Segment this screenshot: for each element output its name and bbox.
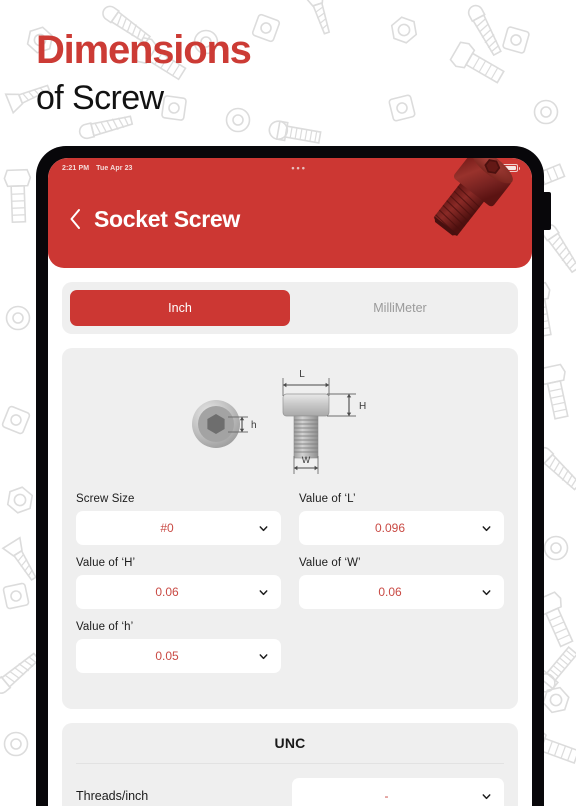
socket-screw-3d-icon <box>433 158 513 236</box>
field-value-of-l: Value of ‘L’ 0.096 <box>299 493 504 545</box>
field-grid-wrapper: Screw Size #0 Value of ‘L’ 0.096 Value o… <box>62 479 518 703</box>
unc-card: UNC Threads/inch - <box>62 723 518 806</box>
field-label: Value of ‘L’ <box>299 493 356 505</box>
threads-per-inch-label: Threads/inch <box>76 789 149 803</box>
socket-screw-dimension-diagram: h L H W <box>192 369 366 474</box>
chevron-down-icon <box>259 525 268 531</box>
value-of-h-upper-value: 0.06 <box>155 585 179 599</box>
tab-inch[interactable]: Inch <box>70 290 290 326</box>
status-bar-time: 2:21 PM <box>62 164 90 172</box>
chevron-down-icon <box>482 589 491 595</box>
value-of-h-lower-select[interactable]: 0.05 <box>76 639 281 673</box>
device-screen: 2:21 PM Tue Apr 23 ••• 100% <box>48 158 532 806</box>
status-bar-date: Tue Apr 23 <box>96 164 133 172</box>
chevron-down-icon <box>259 653 268 659</box>
screw-size-value: #0 <box>160 521 174 535</box>
diagram-side-view: L H W <box>282 369 366 474</box>
threads-per-inch-value: - <box>384 789 389 803</box>
diagram-label-l: L <box>299 369 305 380</box>
threads-per-inch-select[interactable]: - <box>292 778 504 806</box>
value-of-h-upper-select[interactable]: 0.06 <box>76 575 281 609</box>
chevron-down-icon <box>482 525 491 531</box>
diagram-label-h-upper: H <box>359 401 366 412</box>
diagram-top-view: h <box>192 400 257 448</box>
screw-size-select[interactable]: #0 <box>76 511 281 545</box>
value-of-l-select[interactable]: 0.096 <box>299 511 504 545</box>
page-title: Socket Screw <box>94 205 240 232</box>
field-screw-size: Screw Size #0 <box>76 493 281 545</box>
dimensions-card: h L H W Screw Size #0 Value of ‘L’ 0.096… <box>62 348 518 709</box>
value-of-w-select[interactable]: 0.06 <box>299 575 504 609</box>
value-of-l-value: 0.096 <box>374 521 406 535</box>
field-value-of-h-upper: Value of ‘H’ 0.06 <box>76 557 281 609</box>
field-label: Value of ‘H’ <box>76 557 136 569</box>
diagram-wrapper: h L H W <box>62 362 518 480</box>
field-label: Value of ‘W’ <box>299 557 361 569</box>
field-label: Screw Size <box>76 493 135 505</box>
diagram-label-w: W <box>302 455 311 465</box>
unit-segmented-control: Inch MilliMeter <box>62 282 518 334</box>
chevron-left-icon <box>70 209 80 229</box>
tablet-device-frame: 2:21 PM Tue Apr 23 ••• 100% <box>36 146 551 806</box>
field-label: Value of ‘h’ <box>76 621 134 633</box>
field-value-of-h-lower: Value of ‘h’ 0.05 <box>76 621 281 673</box>
back-button[interactable] <box>66 206 84 232</box>
unc-row-threads-per-inch: Threads/inch - <box>62 764 518 806</box>
field-grid: Screw Size #0 Value of ‘L’ 0.096 Value o… <box>76 493 504 685</box>
diagram-label-h-lower: h <box>251 420 257 431</box>
chevron-down-icon <box>482 793 491 799</box>
value-of-w-value: 0.06 <box>378 585 402 599</box>
unit-selector-card: Inch MilliMeter <box>62 282 518 334</box>
status-bar-center-dots: ••• <box>291 162 307 173</box>
field-value-of-w: Value of ‘W’ 0.06 <box>299 557 504 609</box>
device-side-button[interactable] <box>544 192 551 230</box>
app-content: Inch MilliMeter h L H W Screw Size #0 Va… <box>48 282 532 806</box>
unc-section-title: UNC <box>274 735 306 751</box>
value-of-h-lower-value: 0.05 <box>155 649 179 663</box>
app-header: 2:21 PM Tue Apr 23 ••• 100% <box>48 158 532 268</box>
header-row: Socket Screw <box>48 158 532 247</box>
tab-millimeter[interactable]: MilliMeter <box>290 290 510 326</box>
chevron-down-icon <box>259 589 268 595</box>
